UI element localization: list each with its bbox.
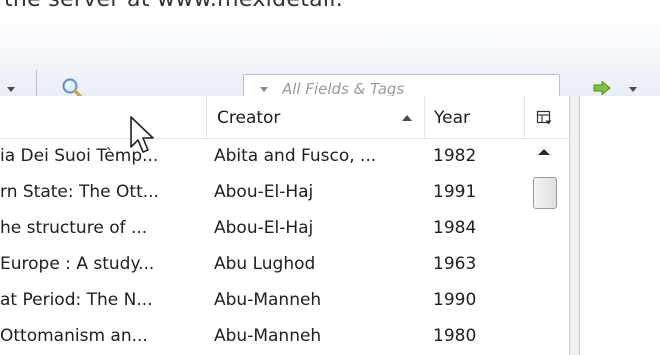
cell-year: 1991	[433, 182, 477, 202]
column-header-year[interactable]: Year	[425, 96, 525, 139]
go-button[interactable]	[592, 78, 612, 98]
table-row[interactable]: he structure of ... Abou-El-Haj 1984	[0, 211, 525, 247]
sort-ascending-icon	[402, 115, 412, 121]
table-row[interactable]: Ottomanism an... Abu-Manneh 1980	[0, 319, 525, 355]
cell-year: 1990	[433, 290, 477, 310]
table-row[interactable]: rn State: The Ott... Abou-El-Haj 1991	[0, 175, 525, 211]
cell-creator: Abou-El-Haj	[214, 218, 314, 238]
column-header-creator-label: Creator	[217, 107, 281, 128]
scroll-up-arrow-icon[interactable]	[538, 149, 550, 155]
banner-text: the server at www.mexidetail.	[4, 0, 343, 12]
cell-title: rn State: The Ott...	[0, 182, 159, 202]
items-list: ia Dei Suoi Tèmp... Abita and Fusco, ...…	[0, 139, 525, 355]
cell-title: he structure of ...	[0, 218, 148, 238]
column-header-creator[interactable]: Creator	[207, 96, 425, 139]
table-row[interactable]: at Period: The N... Abu-Manneh 1990	[0, 283, 525, 319]
cell-creator: Abu-Manneh	[214, 290, 322, 310]
cell-year: 1982	[433, 146, 477, 166]
cell-creator: Abu-Manneh	[214, 326, 322, 346]
menu-dropdown-caret-icon[interactable]	[7, 87, 15, 92]
cell-year: 1980	[433, 326, 477, 346]
cell-title: ia Dei Suoi Tèmp...	[0, 146, 159, 166]
cell-creator: Abu Lughod	[214, 254, 316, 274]
cell-title: Ottomanism an...	[0, 326, 148, 346]
cell-year: 1984	[433, 218, 477, 238]
table-row[interactable]: ia Dei Suoi Tèmp... Abita and Fusco, ...…	[0, 139, 525, 175]
pane-splitter[interactable]	[569, 96, 580, 355]
table-row[interactable]: Europe : A study... Abu Lughod 1963	[0, 247, 525, 283]
column-picker-button[interactable]	[530, 104, 558, 132]
cell-creator: Abita and Fusco, ...	[214, 146, 377, 166]
cell-title: Europe : A study...	[0, 254, 155, 274]
column-picker-icon	[536, 110, 552, 125]
cell-year: 1963	[433, 254, 477, 274]
vertical-scrollbar[interactable]	[531, 139, 559, 355]
go-dropdown-caret-icon[interactable]	[629, 87, 637, 92]
column-header-title[interactable]	[0, 96, 207, 139]
green-arrow-icon	[593, 81, 611, 95]
search-mode-caret-icon[interactable]	[260, 86, 268, 92]
status-banner: the server at www.mexidetail.	[0, 0, 660, 24]
column-header: Creator Year	[0, 96, 569, 139]
item-detail-pane	[580, 96, 660, 355]
cell-creator: Abou-El-Haj	[214, 182, 314, 202]
scroll-thumb[interactable]	[533, 177, 557, 209]
cell-title: at Period: The N...	[0, 290, 153, 310]
